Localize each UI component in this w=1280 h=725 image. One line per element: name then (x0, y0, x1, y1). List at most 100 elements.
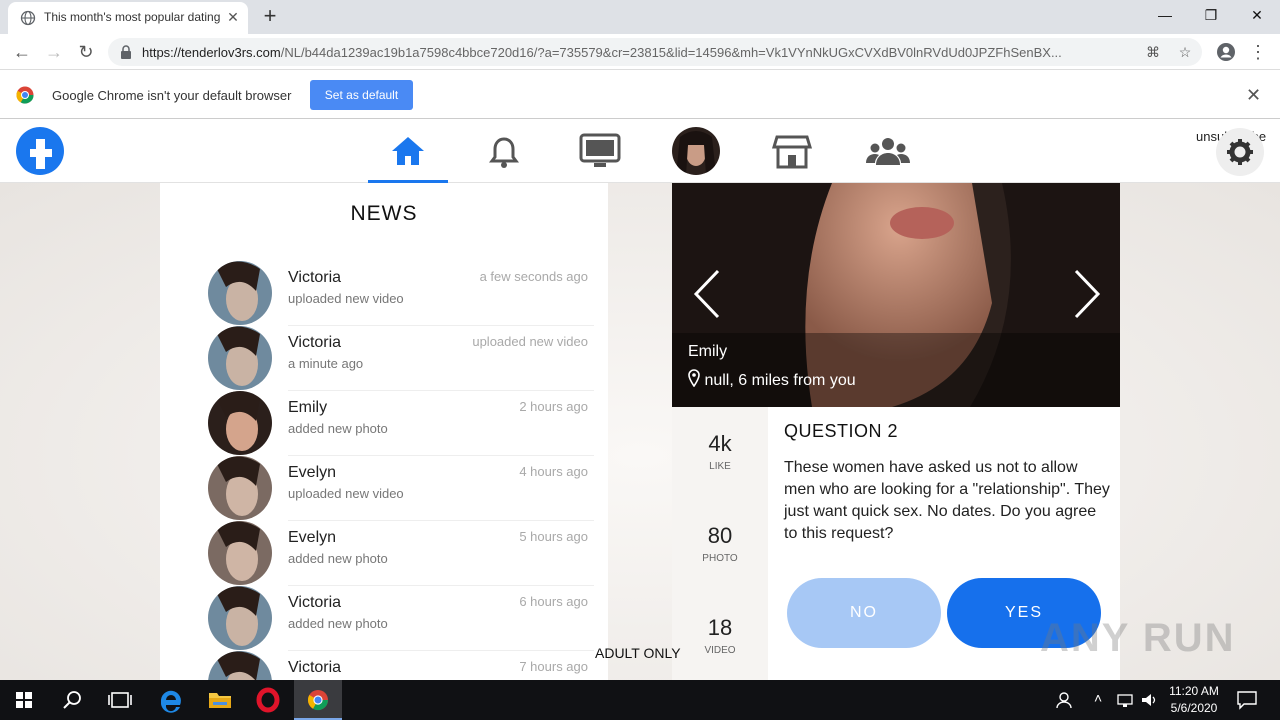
windows-start-icon[interactable] (0, 680, 48, 720)
profile-avatar-icon[interactable] (672, 127, 720, 175)
profile-name: Emily (688, 343, 728, 360)
set-default-button[interactable]: Set as default (310, 80, 413, 110)
plus-logo-icon (30, 139, 52, 169)
browser-tab[interactable]: This month's most popular dating ✕ (8, 2, 248, 34)
avatar[interactable] (208, 521, 272, 585)
question-title: QUESTION 2 (784, 421, 899, 441)
lock-icon (121, 45, 131, 59)
news-user-name[interactable]: Emily (288, 399, 327, 417)
bell-icon[interactable] (480, 127, 528, 175)
restore-button[interactable]: ❐ (1188, 0, 1234, 30)
people-icon[interactable] (1046, 680, 1086, 720)
news-action: added new photo (288, 616, 388, 631)
news-item[interactable]: Victoria a few seconds ago uploaded new vi… (208, 261, 594, 326)
news-time: a few seconds ago (479, 269, 588, 284)
show-hidden-icons-icon[interactable]: ˄ (1094, 690, 1102, 706)
back-button[interactable]: ← (10, 40, 34, 64)
avatar[interactable] (208, 456, 272, 520)
profile-icon[interactable] (1214, 40, 1238, 64)
volume-icon[interactable] (1140, 692, 1160, 708)
news-heading: NEWS (350, 202, 418, 225)
news-item[interactable]: Victoria 6 hours ago added new photo (208, 586, 594, 651)
forward-button[interactable]: → (42, 40, 66, 64)
browser-toolbar: ← → ↻ https://tenderlov3rs.com/NL/b44da1… (0, 34, 1280, 70)
translate-icon[interactable]: ⌘ (1144, 43, 1162, 61)
default-browser-infobar: Google Chrome isn't your default browser… (0, 71, 1280, 119)
news-action: uploaded new video (288, 291, 404, 306)
news-action: a minute ago (288, 356, 364, 371)
news-user-name[interactable]: Victoria (288, 594, 341, 612)
edge-icon[interactable] (146, 680, 194, 720)
profile-location: null, 6 miles from you (688, 369, 856, 390)
news-item[interactable]: Emily 2 hours ago added new photo (208, 391, 594, 456)
site-logo[interactable] (16, 127, 64, 175)
search-icon[interactable] (48, 680, 96, 720)
group-icon[interactable] (864, 127, 912, 175)
notifications-icon[interactable] (1236, 690, 1258, 710)
news-time: 7 hours ago (519, 659, 588, 674)
infobar-message: Google Chrome isn't your default browser (52, 88, 292, 103)
file-explorer-icon[interactable] (196, 680, 244, 720)
system-clock[interactable]: 11:20 AM 5/6/2020 (1164, 683, 1224, 717)
location-pin-icon (688, 369, 700, 388)
news-panel: NEWS Victoria a few seconds ago uploaded n… (160, 183, 608, 680)
question-body: These women have asked us not to allow m… (784, 459, 1110, 542)
opera-icon[interactable] (244, 680, 292, 720)
stat-likes: 4k LIKE (708, 431, 732, 472)
menu-icon[interactable]: ⋮ (1246, 40, 1270, 64)
close-window-button[interactable]: ✕ (1234, 0, 1280, 30)
news-action: uploaded new video (288, 486, 404, 501)
news-item[interactable]: Victoria uploaded new video a minute ago (208, 326, 594, 391)
previous-photo-arrow-icon[interactable] (690, 269, 722, 319)
news-user-name[interactable]: Victoria (288, 269, 341, 287)
no-button[interactable]: NO (787, 578, 941, 648)
news-item[interactable]: Evelyn 4 hours ago uploaded new video (208, 456, 594, 521)
settings-button[interactable] (1216, 128, 1264, 176)
news-time: 2 hours ago (519, 399, 588, 414)
avatar[interactable] (208, 391, 272, 455)
avatar[interactable] (208, 651, 272, 680)
news-action: added new photo (288, 421, 388, 436)
news-time: 4 hours ago (519, 464, 588, 479)
news-time: 5 hours ago (519, 529, 588, 544)
task-view-icon[interactable] (96, 680, 144, 720)
tab-title: This month's most popular dating (44, 10, 220, 24)
anyrun-watermark: ANY RUN (1040, 616, 1236, 660)
reload-button[interactable]: ↻ (74, 40, 98, 64)
news-user-name[interactable]: Victoria (288, 659, 341, 677)
minimize-button[interactable]: — (1142, 0, 1188, 30)
monitor-icon[interactable] (576, 127, 624, 175)
stat-videos: 18 VIDEO (704, 615, 736, 656)
home-icon[interactable] (384, 127, 432, 175)
next-photo-arrow-icon[interactable] (1072, 269, 1104, 319)
network-icon[interactable] (1116, 692, 1136, 708)
new-tab-button[interactable]: + (258, 4, 282, 28)
profile-stats: 4k LIKE 80 PHOTO 18 VIDEO (672, 407, 768, 680)
chrome-logo-icon (16, 86, 34, 104)
profile-photo: Emily null, 6 miles from you (672, 183, 1120, 407)
address-bar[interactable]: https://tenderlov3rs.com/NL/b44da1239ac1… (108, 38, 1202, 66)
news-user-name[interactable]: Evelyn (288, 464, 336, 482)
news-user-name[interactable]: Victoria (288, 334, 341, 352)
adult-only-label: ADULT ONLY (595, 645, 681, 661)
avatar[interactable] (208, 326, 272, 390)
stat-photos: 80 PHOTO (702, 523, 738, 564)
news-item[interactable]: Victoria7 hours agouploaded new video (208, 651, 594, 680)
avatar[interactable] (208, 261, 272, 325)
globe-icon (20, 10, 36, 26)
store-icon[interactable] (768, 127, 816, 175)
infobar-close-icon[interactable]: ✕ (1246, 85, 1261, 106)
news-user-name[interactable]: Evelyn (288, 529, 336, 547)
news-action: added new photo (288, 551, 388, 566)
windows-taskbar: ˄ 11:20 AM 5/6/2020 (0, 680, 1280, 720)
bookmark-star-icon[interactable]: ☆ (1176, 43, 1194, 61)
news-item[interactable]: Evelyn 5 hours ago added new photo (208, 521, 594, 586)
browser-titlebar: This month's most popular dating ✕ + — ❐… (0, 0, 1280, 34)
site-navbar: unsubscribe (0, 120, 1280, 183)
chrome-taskbar-button[interactable] (294, 680, 342, 720)
news-time: 6 hours ago (519, 594, 588, 609)
news-time: uploaded new video (472, 334, 588, 349)
chrome-icon (307, 690, 329, 711)
avatar[interactable] (208, 586, 272, 650)
tab-close-icon[interactable]: ✕ (224, 8, 242, 26)
